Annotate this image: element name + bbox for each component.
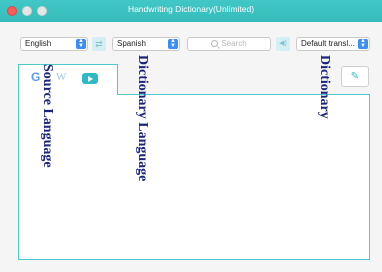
swap-icon[interactable]: ⇄	[92, 37, 106, 51]
window-title: Handwriting Dictionary(Unlimited)	[127, 4, 255, 14]
dictionary-language-select[interactable]: Spanish ▲ ▼	[112, 37, 180, 51]
dictionary-language-value: Spanish	[117, 39, 146, 48]
tab-divider	[118, 94, 370, 95]
speaker-icon[interactable]: ◀)	[276, 37, 290, 51]
annotation-dictionary: Dictionary	[317, 55, 332, 119]
source-language-value: English	[25, 39, 52, 48]
title-bar: Handwriting Dictionary(Unlimited)	[0, 0, 382, 22]
dictionary-select-value: Default transl...	[301, 39, 355, 48]
youtube-icon[interactable]	[82, 73, 98, 84]
dictionary-select[interactable]: Default transl... ▲ ▼	[296, 37, 370, 51]
edit-button[interactable]: ✎	[341, 66, 369, 87]
search-input[interactable]: Search	[187, 37, 271, 51]
search-icon	[211, 40, 219, 47]
content-panel	[18, 94, 370, 260]
search-placeholder: Search	[221, 39, 247, 48]
annotation-source-language: Source Language	[40, 64, 55, 168]
chevron-updown-icon: ▲ ▼	[76, 38, 86, 49]
annotation-dictionary-language: Dictionary Language	[135, 55, 150, 182]
tab-wiki[interactable]: W	[56, 71, 66, 83]
chevron-updown-icon: ▲ ▼	[358, 38, 368, 49]
chevron-updown-icon: ▲ ▼	[168, 38, 178, 49]
source-language-select[interactable]: English ▲ ▼	[20, 37, 88, 51]
edit-icon: ✎	[350, 71, 360, 82]
